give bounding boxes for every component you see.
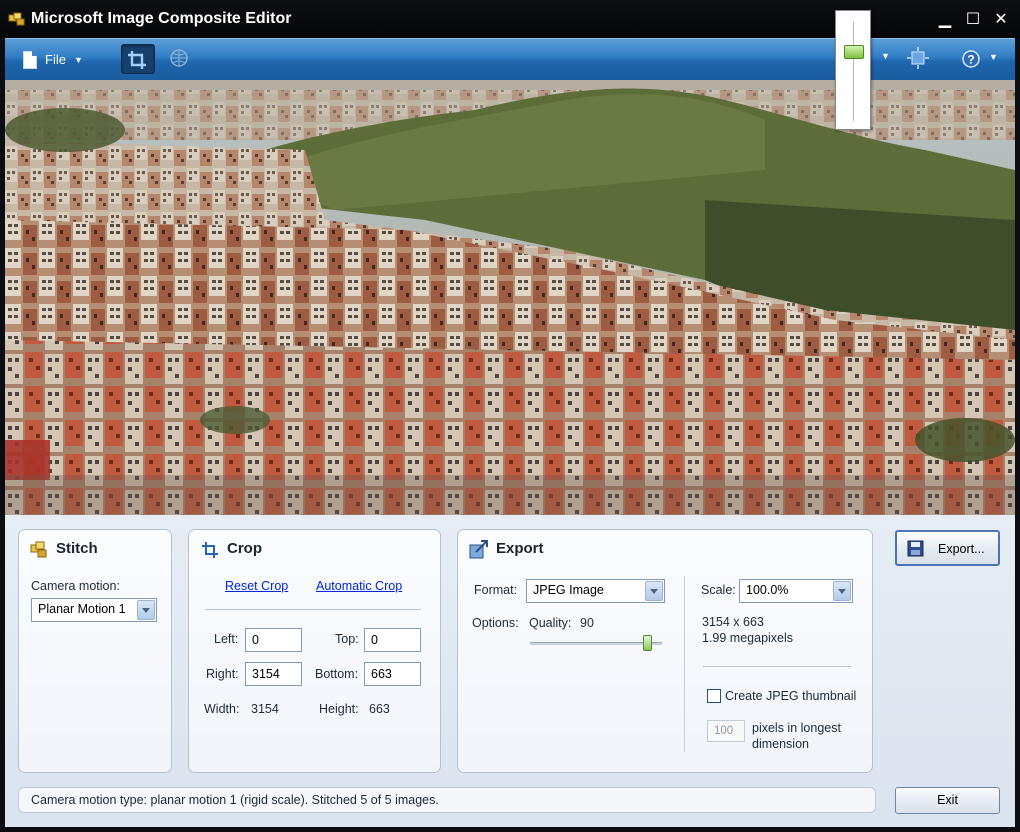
- scale-value: 100.0%: [746, 583, 789, 597]
- close-button[interactable]: ✕: [990, 9, 1012, 31]
- settings-panel: Stitch Camera motion: Planar Motion 1 Cr…: [5, 515, 1015, 827]
- svg-text:?: ?: [967, 53, 974, 67]
- fit-to-window-button[interactable]: [902, 44, 936, 74]
- help-menu-button[interactable]: ? ▼: [959, 44, 1001, 74]
- chevron-down-icon: ▼: [73, 55, 83, 65]
- width-label: Width:: [204, 702, 240, 716]
- format-label: Format:: [474, 583, 518, 597]
- crop-divider: [205, 609, 421, 610]
- scale-label: Scale:: [701, 583, 736, 597]
- reset-crop-link[interactable]: Reset Crop: [225, 579, 288, 593]
- export-button[interactable]: Export...: [895, 530, 1000, 566]
- panorama-image: [5, 80, 1015, 515]
- zoom-slider-popup[interactable]: [835, 10, 871, 130]
- output-megapixels: 1.99 megapixels: [702, 631, 794, 645]
- status-bar: Camera motion type: planar motion 1 (rig…: [18, 787, 876, 813]
- right-input[interactable]: [245, 662, 302, 686]
- jpeg-thumbnail-checkbox[interactable]: [707, 689, 721, 703]
- export-title: Export: [496, 540, 544, 557]
- panorama-preview[interactable]: [5, 80, 1015, 515]
- export-icon: [469, 540, 488, 559]
- chevron-down-icon: [645, 581, 663, 601]
- stitch-title: Stitch: [56, 540, 98, 557]
- top-label: Top:: [335, 632, 359, 646]
- file-menu-button[interactable]: File ▼: [23, 49, 83, 71]
- bottom-label: Bottom:: [315, 667, 359, 681]
- crop-icon: [128, 51, 146, 69]
- left-label: Left:: [214, 632, 239, 646]
- chevron-down-icon: ▼: [989, 52, 998, 62]
- globe-icon: [170, 49, 188, 67]
- zoom-dropdown-arrow[interactable]: ▼: [881, 51, 890, 61]
- scale-select[interactable]: 100.0%: [739, 579, 853, 603]
- crop-title: Crop: [227, 540, 262, 557]
- quality-slider-thumb[interactable]: [643, 635, 652, 651]
- left-input[interactable]: [245, 628, 302, 652]
- chevron-down-icon: [137, 600, 155, 620]
- format-select[interactable]: JPEG Image: [526, 579, 665, 603]
- crop-panel: Crop Reset Crop Automatic Crop Left: Top…: [188, 529, 441, 773]
- exit-button[interactable]: Exit: [895, 787, 1000, 814]
- export-divider: [684, 576, 685, 752]
- automatic-crop-link[interactable]: Automatic Crop: [316, 579, 402, 593]
- bottom-input[interactable]: [364, 662, 421, 686]
- help-icon: ?: [962, 50, 980, 68]
- pixels-dimension-label: dimension: [752, 737, 809, 751]
- save-icon: [907, 540, 924, 557]
- camera-motion-select[interactable]: Planar Motion 1: [31, 598, 157, 622]
- app-icon: [8, 12, 25, 26]
- chevron-down-icon: [833, 581, 851, 601]
- scale-divider: [703, 666, 851, 667]
- export-button-label: Export...: [938, 542, 985, 556]
- document-icon: [23, 51, 37, 69]
- stitch-icon: [30, 541, 47, 558]
- minimize-button[interactable]: ▁: [934, 9, 956, 31]
- output-dimensions: 3154 x 663: [702, 615, 764, 629]
- maximize-button[interactable]: ☐: [962, 9, 984, 31]
- camera-motion-label: Camera motion:: [31, 579, 120, 593]
- pixels-longest-label: pixels in longest: [752, 721, 841, 735]
- zoom-slider-track: [853, 21, 854, 121]
- quality-label: Quality:: [529, 616, 572, 630]
- thumbnail-size-input[interactable]: [707, 720, 745, 742]
- export-panel: Export Format: JPEG Image Options: Quali…: [457, 529, 873, 773]
- window-title: Microsoft Image Composite Editor: [31, 10, 292, 27]
- crop-mode-button[interactable]: [121, 44, 155, 74]
- right-label: Right:: [206, 667, 239, 681]
- top-input[interactable]: [364, 628, 421, 652]
- crop-icon: [202, 542, 218, 558]
- height-value: 663: [369, 702, 390, 716]
- options-label: Options:: [472, 616, 519, 630]
- status-text: Camera motion type: planar motion 1 (rig…: [31, 793, 439, 807]
- height-label: Height:: [319, 702, 359, 716]
- quality-value: 90: [580, 616, 594, 630]
- jpeg-thumbnail-label: Create JPEG thumbnail: [725, 689, 857, 703]
- navigator-button[interactable]: [163, 44, 197, 74]
- stitch-panel: Stitch Camera motion: Planar Motion 1: [18, 529, 172, 773]
- camera-motion-value: Planar Motion 1: [38, 602, 126, 616]
- fit-window-icon: [907, 47, 929, 69]
- format-value: JPEG Image: [533, 583, 604, 597]
- zoom-slider-thumb[interactable]: [844, 45, 864, 59]
- width-value: 3154: [251, 702, 279, 716]
- file-menu-label: File: [45, 52, 66, 67]
